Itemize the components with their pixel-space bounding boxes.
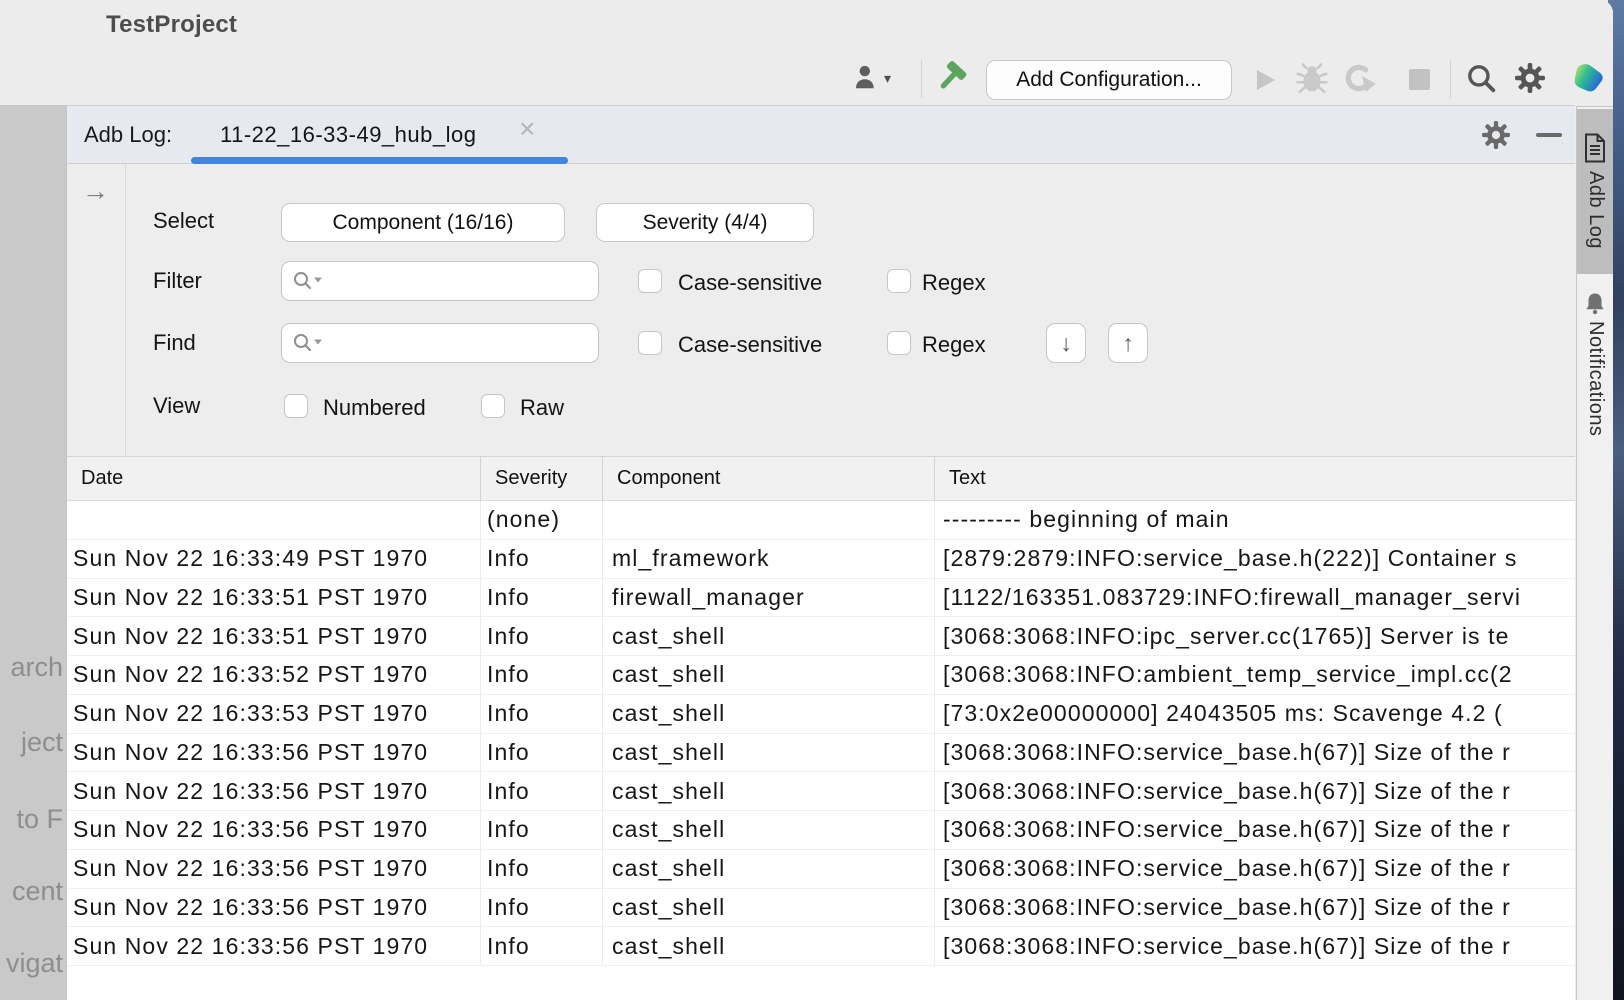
background-text-fragment: to F xyxy=(16,804,63,835)
table-row[interactable]: Sun Nov 22 16:33:53 PST 1970 Info cast_s… xyxy=(67,695,1575,734)
toolbar-divider xyxy=(921,60,922,98)
table-row[interactable]: Sun Nov 22 16:33:56 PST 1970 Info cast_s… xyxy=(67,811,1575,850)
settings-gear-icon[interactable] xyxy=(1515,63,1545,93)
find-case-sensitive-checkbox[interactable] xyxy=(638,331,662,355)
column-header-component[interactable]: Component xyxy=(602,457,934,500)
panel-settings-gear-icon[interactable] xyxy=(1482,121,1510,149)
table-row[interactable]: Sun Nov 22 16:33:52 PST 1970 Info cast_s… xyxy=(67,656,1575,695)
log-table-header: Date Severity Component Text xyxy=(67,457,1575,501)
filter-label: Filter xyxy=(153,268,202,294)
build-hammer-icon[interactable] xyxy=(936,59,972,97)
table-row[interactable]: Sun Nov 22 16:33:56 PST 1970 Info cast_s… xyxy=(67,850,1575,889)
run-icon xyxy=(1252,67,1278,93)
view-label: View xyxy=(153,393,200,419)
log-table-body: (none) --------- beginning of main Sun N… xyxy=(67,501,1575,1000)
select-label: Select xyxy=(153,208,214,234)
find-regex-checkbox[interactable] xyxy=(887,331,911,355)
table-row[interactable]: Sun Nov 22 16:33:56 PST 1970 Info cast_s… xyxy=(67,734,1575,773)
project-title: TestProject xyxy=(106,11,237,39)
adb-log-panel: Adb Log: 11-22_16-33-49_hub_log × → xyxy=(66,105,1575,1000)
component-filter-button[interactable]: Component (16/16) xyxy=(281,203,565,242)
background-text-fragment: cent xyxy=(12,876,63,907)
background-window-strip: arch ject to F cent vigat xyxy=(0,105,66,1000)
background-text-fragment: vigat xyxy=(6,948,63,979)
profile-icon xyxy=(1344,62,1378,94)
add-configuration-button[interactable]: Add Configuration... xyxy=(986,60,1232,100)
find-next-button: ↓ xyxy=(1046,323,1086,363)
table-row[interactable]: Sun Nov 22 16:33:49 PST 1970 Info ml_fra… xyxy=(67,540,1575,579)
arrow-up-icon[interactable]: ↑ xyxy=(1122,330,1134,357)
search-icon[interactable] xyxy=(1465,62,1497,94)
raw-checkbox[interactable] xyxy=(481,394,505,418)
arrow-down-icon[interactable]: ↓ xyxy=(1060,330,1072,357)
dock-tab-adb-log[interactable]: Adb Log xyxy=(1577,109,1613,274)
log-file-tab[interactable]: 11-22_16-33-49_hub_log xyxy=(220,122,476,148)
column-header-text[interactable]: Text xyxy=(934,457,1575,500)
user-icon[interactable] xyxy=(853,64,879,90)
table-row[interactable]: Sun Nov 22 16:33:56 PST 1970 Info cast_s… xyxy=(67,772,1575,811)
background-text-fragment: arch xyxy=(10,652,63,683)
find-previous-button: ↑ xyxy=(1108,323,1148,363)
search-magnifier-icon[interactable] xyxy=(293,271,327,291)
tool-window-dock: Adb Log Notifications xyxy=(1576,106,1613,1000)
titlebar: TestProject ▾ Add Configuration... xyxy=(0,0,1613,105)
severity-filter-button[interactable]: Severity (4/4) xyxy=(596,203,814,242)
find-case-sensitive-label: Case-sensitive xyxy=(678,332,822,358)
toolbar-divider xyxy=(1450,60,1451,98)
table-row[interactable]: Sun Nov 22 16:33:56 PST 1970 Info cast_s… xyxy=(67,889,1575,928)
background-text-fragment: ject xyxy=(21,727,63,758)
filter-input[interactable] xyxy=(281,261,599,301)
filter-case-sensitive-checkbox[interactable] xyxy=(638,269,662,293)
raw-label: Raw xyxy=(520,395,564,421)
panel-gutter: → xyxy=(67,164,126,456)
panel-title: Adb Log: xyxy=(84,122,172,148)
filter-area: → Select Component (16/16) Severity (4/4… xyxy=(67,164,1575,457)
dock-tab-notifications-label: Notifications xyxy=(1584,321,1607,436)
bell-icon xyxy=(1583,291,1607,315)
table-row[interactable]: Sun Nov 22 16:33:51 PST 1970 Info firewa… xyxy=(67,579,1575,618)
search-magnifier-icon[interactable] xyxy=(293,333,327,353)
close-icon[interactable]: × xyxy=(519,115,535,143)
column-header-date[interactable]: Date xyxy=(67,457,480,500)
column-header-severity[interactable]: Severity xyxy=(480,457,602,500)
active-tab-underline xyxy=(191,157,568,164)
table-row[interactable]: Sun Nov 22 16:33:51 PST 1970 Info cast_s… xyxy=(67,617,1575,656)
collapse-arrow-icon[interactable]: → xyxy=(82,176,109,207)
dock-tab-adb-log-label: Adb Log xyxy=(1584,171,1607,249)
log-document-icon xyxy=(1583,133,1607,163)
chevron-down-icon[interactable]: ▾ xyxy=(884,70,891,87)
find-regex-label: Regex xyxy=(922,332,986,358)
filter-regex-label: Regex xyxy=(922,270,986,296)
ide-sphere-icon[interactable] xyxy=(1570,60,1606,96)
find-input[interactable] xyxy=(281,323,599,363)
minimize-icon[interactable] xyxy=(1536,133,1562,137)
ide-window: TestProject ▾ Add Configuration... xyxy=(0,0,1613,1000)
numbered-checkbox[interactable] xyxy=(284,394,308,418)
find-label: Find xyxy=(153,330,196,356)
numbered-label: Numbered xyxy=(323,395,426,421)
table-row[interactable]: (none) --------- beginning of main xyxy=(67,501,1575,540)
panel-header: Adb Log: 11-22_16-33-49_hub_log × xyxy=(67,106,1575,164)
debug-icon xyxy=(1296,62,1328,94)
stop-icon xyxy=(1409,69,1430,90)
table-row[interactable]: Sun Nov 22 16:33:56 PST 1970 Info cast_s… xyxy=(67,927,1575,966)
filter-case-sensitive-label: Case-sensitive xyxy=(678,270,822,296)
filter-regex-checkbox[interactable] xyxy=(887,269,911,293)
